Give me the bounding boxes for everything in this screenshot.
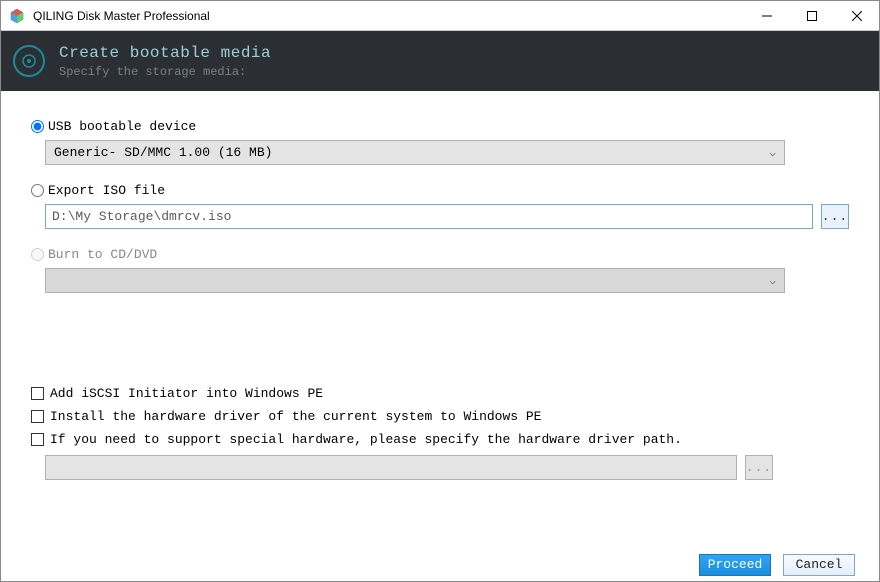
chevron-down-icon: ⌵ [769, 146, 776, 160]
content-area: USB bootable device Generic- SD/MMC 1.00… [1, 91, 879, 480]
check-driver-current-row[interactable]: Install the hardware driver of the curre… [31, 409, 849, 424]
radio-burn-label: Burn to CD/DVD [48, 247, 157, 262]
close-button[interactable] [834, 1, 879, 30]
radio-usb-label: USB bootable device [48, 119, 196, 134]
footer: Proceed Cancel [1, 547, 879, 582]
iso-path-input[interactable] [45, 204, 813, 229]
radio-iso-label: Export ISO file [48, 183, 165, 198]
check-driver-special[interactable] [31, 433, 44, 446]
check-driver-special-row[interactable]: If you need to support special hardware,… [31, 432, 849, 447]
wizard-icon [13, 45, 45, 77]
radio-iso[interactable]: Export ISO file [31, 183, 849, 198]
radio-usb[interactable]: USB bootable device [31, 119, 849, 134]
burn-device-select: ⌵ [45, 268, 785, 293]
proceed-button[interactable]: Proceed [699, 554, 771, 576]
usb-device-select[interactable]: Generic- SD/MMC 1.00 (16 MB) ⌵ [45, 140, 785, 165]
cancel-button[interactable]: Cancel [783, 554, 855, 576]
driver-path-input [45, 455, 737, 480]
radio-usb-input[interactable] [31, 120, 44, 133]
usb-device-value: Generic- SD/MMC 1.00 (16 MB) [54, 145, 769, 160]
check-driver-current[interactable] [31, 410, 44, 423]
check-driver-special-label: If you need to support special hardware,… [50, 432, 682, 447]
driver-browse-button: ... [745, 455, 773, 480]
check-iscsi-row[interactable]: Add iSCSI Initiator into Windows PE [31, 386, 849, 401]
check-iscsi[interactable] [31, 387, 44, 400]
wizard-header: Create bootable media Specify the storag… [1, 31, 879, 91]
window-title: QILING Disk Master Professional [33, 9, 744, 23]
app-icon [9, 8, 25, 24]
titlebar: QILING Disk Master Professional [1, 1, 879, 31]
radio-burn: Burn to CD/DVD [31, 247, 849, 262]
radio-iso-input[interactable] [31, 184, 44, 197]
chevron-down-icon: ⌵ [769, 274, 776, 288]
wizard-title: Create bootable media [59, 44, 271, 62]
radio-burn-input [31, 248, 44, 261]
maximize-button[interactable] [789, 1, 834, 30]
check-iscsi-label: Add iSCSI Initiator into Windows PE [50, 386, 323, 401]
wizard-subtitle: Specify the storage media: [59, 65, 271, 79]
check-driver-current-label: Install the hardware driver of the curre… [50, 409, 541, 424]
iso-browse-button[interactable]: ... [821, 204, 849, 229]
minimize-button[interactable] [744, 1, 789, 30]
